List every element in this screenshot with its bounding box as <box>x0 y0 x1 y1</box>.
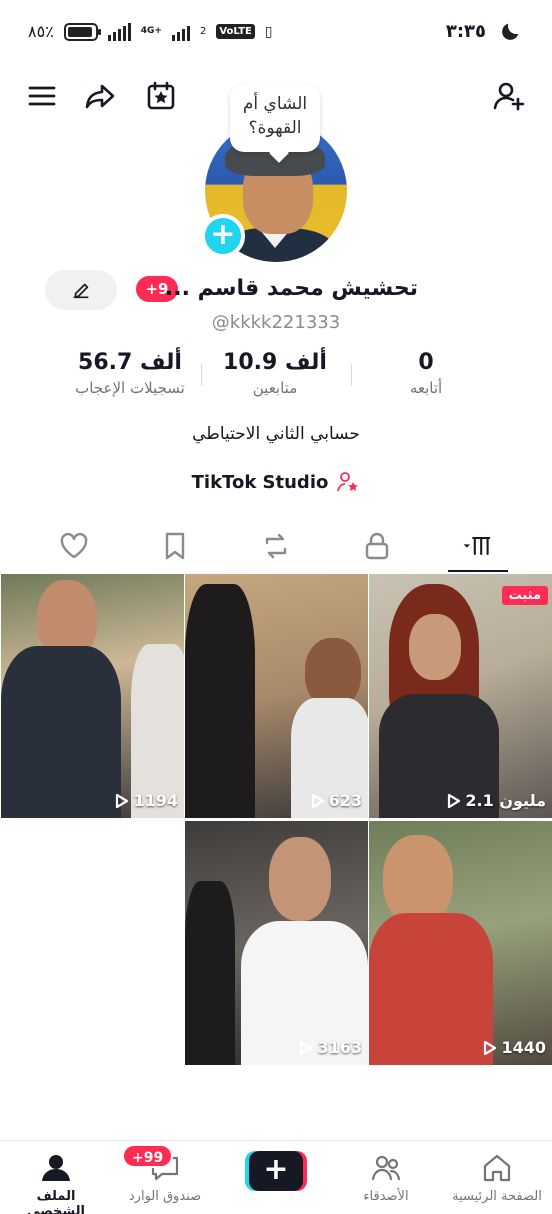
likes-stat[interactable]: 56.7 ألف تسجيلات الإعجاب <box>60 350 200 397</box>
battery-icon <box>63 22 101 41</box>
hamburger-icon <box>28 86 56 106</box>
stat-divider <box>201 364 202 386</box>
note-line-2: القهوة؟ <box>248 118 302 138</box>
signal-icon <box>107 22 131 41</box>
view-count: 3163 <box>299 1038 362 1057</box>
profile-bio: حسابي الثاني الاحتياطي <box>192 424 360 444</box>
home-icon <box>483 1154 511 1182</box>
add-user-icon <box>493 82 525 111</box>
tab-liked[interactable] <box>44 526 104 566</box>
view-count: 1440 <box>483 1038 546 1057</box>
play-icon <box>448 793 461 808</box>
nav-home-label: الصفحة الرئيسية <box>452 1189 542 1204</box>
status-left: ٨٥٪ 4G+ 2 VoLTE ▯ <box>28 22 273 41</box>
lock-icon <box>365 532 389 560</box>
following-count: 0 <box>418 350 434 375</box>
inbox-badge: +99 <box>122 1144 174 1168</box>
tab-favorites[interactable] <box>145 526 205 566</box>
tab-reposts[interactable] <box>246 526 306 566</box>
nav-profile[interactable]: الملف الشخصي <box>6 1151 106 1214</box>
creator-star-icon <box>337 472 359 492</box>
video-thumbnail[interactable]: 1440 <box>369 821 552 1065</box>
status-right: ٣:٣٥ <box>446 20 522 42</box>
likes-count: 56.7 ألف <box>78 350 182 375</box>
play-icon <box>311 793 324 808</box>
bottom-nav: الصفحة الرئيسية الأصدقاء + صندوق الوارد … <box>0 1140 552 1214</box>
grid-dropdown-icon <box>463 536 490 556</box>
pinned-badge: مثبت <box>501 586 548 605</box>
nav-friends[interactable]: الأصدقاء <box>336 1151 436 1204</box>
nav-inbox-label: صندوق الوارد <box>128 1189 202 1204</box>
display-name: تحشيش محمد قاسم ... <box>164 276 418 301</box>
heart-icon <box>60 532 88 559</box>
signal-icon-2 <box>171 23 190 41</box>
followers-label: متابعين <box>252 379 298 397</box>
add-story-button[interactable]: + <box>201 214 245 258</box>
battery-percent: ٨٥٪ <box>28 22 54 41</box>
pencil-icon <box>73 283 89 299</box>
avatar-note-bubble[interactable]: الشاي أم القهوة؟ <box>230 84 320 152</box>
view-count: 623 <box>311 791 362 810</box>
time: ٣:٣٥ <box>445 20 486 42</box>
menu-button[interactable] <box>20 74 64 118</box>
nav-home[interactable]: الصفحة الرئيسية <box>447 1151 547 1204</box>
sim-index: 2 <box>199 26 207 37</box>
calendar-star-icon <box>147 81 175 110</box>
likes-label: تسجيلات الإعجاب <box>75 379 185 397</box>
view-count: 2.1 مليون <box>447 791 546 810</box>
followers-stat[interactable]: 10.9 ألف متابعين <box>215 350 335 397</box>
following-stat[interactable]: 0 أتابعه <box>386 350 466 397</box>
plus-icon: + <box>249 1151 303 1191</box>
edit-profile-button[interactable] <box>45 270 117 310</box>
status-bar: ٨٥٪ 4G+ 2 VoLTE ▯ ٣:٣٥ <box>0 0 552 64</box>
share-icon <box>85 84 115 109</box>
username-handle: @kkkk221333 <box>211 312 341 333</box>
video-thumbnail[interactable]: مثبت 2.1 مليون <box>369 574 552 818</box>
profile-icon <box>42 1155 70 1181</box>
view-count: 1194 <box>115 791 178 810</box>
content-tabs <box>0 520 552 572</box>
nav-friends-label: الأصدقاء <box>363 1189 409 1204</box>
video-thumbnail[interactable]: 623 <box>185 574 368 818</box>
tiktok-studio-link[interactable]: TikTok Studio <box>0 470 552 494</box>
moon-icon <box>502 23 519 40</box>
volte-badge: VoLTE <box>216 24 255 39</box>
followers-count: 10.9 ألف <box>223 350 327 375</box>
bookmark-icon <box>165 532 185 560</box>
repost-icon <box>265 533 287 559</box>
nav-profile-label: الملف الشخصي <box>27 1189 85 1214</box>
friends-icon <box>371 1155 401 1181</box>
tab-videos[interactable] <box>448 526 508 566</box>
create-button[interactable]: + <box>245 1151 307 1191</box>
studio-label: TikTok Studio <box>191 471 329 493</box>
play-icon <box>300 1040 313 1055</box>
add-friend-button[interactable] <box>487 74 531 118</box>
active-tab-indicator <box>448 570 508 572</box>
share-button[interactable] <box>78 74 122 118</box>
tab-private[interactable] <box>347 526 407 566</box>
play-icon <box>116 793 129 808</box>
video-thumbnail[interactable]: 3163 <box>185 821 368 1065</box>
network-type: 4G+ <box>140 26 162 36</box>
play-icon <box>484 1040 497 1055</box>
calendar-button[interactable] <box>139 74 183 118</box>
vibrate-icon: ▯ <box>264 23 273 40</box>
profile-stats: 56.7 ألف تسجيلات الإعجاب 10.9 ألف متابعي… <box>0 350 552 410</box>
note-line-1: الشاي أم <box>242 94 308 114</box>
video-thumbnail[interactable]: 1194 <box>1 574 184 818</box>
following-label: أتابعه <box>409 379 443 397</box>
stat-divider <box>351 364 352 386</box>
